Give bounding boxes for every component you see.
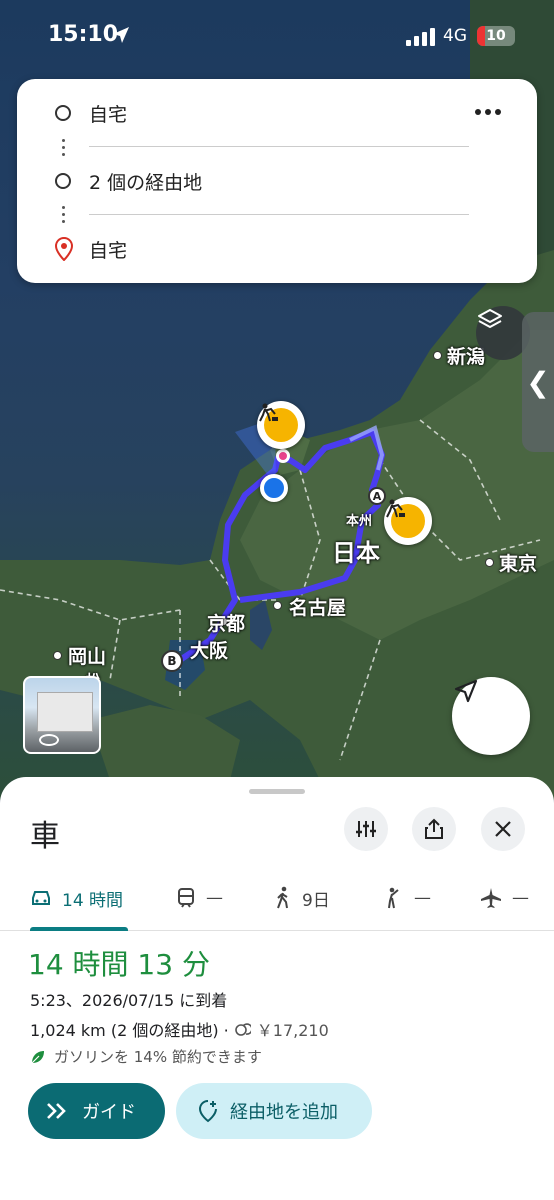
waypoint-origin[interactable]: 自宅 (17, 93, 537, 147)
double-chevron-right-icon (47, 1103, 66, 1119)
city-dot (273, 601, 282, 610)
more-horizontal-icon (475, 109, 501, 115)
marker-b[interactable]: B (161, 650, 183, 672)
chevron-left-icon: ❮ (526, 365, 550, 399)
status-time: 15:10 (48, 22, 119, 47)
sheet-grabber[interactable] (249, 789, 305, 794)
destination-pin-icon (55, 237, 73, 261)
marker-b-label: B (167, 654, 177, 668)
roadwork-icon (259, 403, 278, 422)
tab-walk[interactable]: 9日 (274, 865, 330, 931)
tab-transit[interactable]: — (176, 865, 223, 931)
start-guide-button[interactable]: ガイド (28, 1083, 165, 1139)
route-distance: 1,024 km (2 個の経由地) · (30, 1021, 229, 1040)
route-duration: 14 時間 13 分 (28, 948, 210, 981)
label-japan: 日本 (332, 539, 380, 567)
city-dot (485, 558, 494, 567)
tab-car[interactable]: 14 時間 (30, 865, 128, 931)
battery-level: 10 (486, 28, 506, 44)
navigation-arrow-icon (454, 679, 478, 703)
label-honshu: 本州 (346, 514, 373, 529)
flight-icon (481, 888, 501, 908)
location-arrow-icon (113, 27, 129, 43)
label-kyoto: 京都 (207, 613, 246, 635)
current-location-dot (260, 474, 288, 502)
tab-transit-label: — (206, 888, 223, 908)
battery-icon: 10 (477, 26, 515, 46)
sheet-title: 車 (30, 819, 60, 854)
roadwork-pin[interactable] (257, 401, 305, 449)
divider (89, 146, 469, 147)
tab-flight[interactable]: — (480, 865, 529, 931)
divider (89, 214, 469, 215)
tab-flight-label: — (512, 888, 529, 908)
tab-car-label: 14 時間 (62, 890, 124, 911)
train-icon (178, 888, 194, 908)
waypoint-destination[interactable]: 自宅 (17, 229, 537, 269)
add-stop-label: 経由地を追加 (230, 1102, 338, 1123)
city-dot (53, 651, 62, 660)
travel-mode-tabs: 14 時間 — 9日 — — (0, 865, 554, 931)
network-type: 4G (443, 26, 467, 46)
recenter-button[interactable] (452, 677, 530, 755)
route-sheet: 車 14 時間 — 9日 — — 14 時間 13 分 5:23、2026/07… (0, 777, 554, 1200)
start-guide-label: ガイド (82, 1102, 136, 1123)
roadwork-pin[interactable] (384, 497, 432, 545)
label-osaka: 大阪 (190, 640, 229, 662)
route-dots (62, 206, 65, 227)
car-icon (32, 891, 50, 905)
signal-icon (406, 28, 435, 46)
label-nagoya: 名古屋 (289, 597, 347, 619)
walk-icon (277, 886, 288, 909)
side-panel-tab[interactable]: ❮ (522, 312, 554, 452)
waypoint-stops[interactable]: 2 個の経由地 (17, 161, 537, 215)
layers-icon (478, 309, 502, 328)
tune-icon (356, 821, 376, 837)
street-view-thumbnail[interactable] (23, 676, 101, 754)
label-tokyo: 東京 (499, 553, 538, 575)
stops-label: 2 個の経由地 (89, 171, 203, 194)
toll-icon (234, 1023, 251, 1036)
waypoint-pin[interactable] (276, 449, 290, 463)
leaf-icon (31, 1050, 44, 1063)
marker-a-label: A (372, 489, 382, 503)
origin-label: 自宅 (89, 103, 128, 126)
arrival-time: 5:23、2026/07/15 に到着 (30, 991, 228, 1010)
add-stop-button[interactable]: 経由地を追加 (176, 1083, 372, 1139)
eco-note-text: ガソリンを 14% 節約できます (54, 1048, 262, 1066)
eco-note: ガソリンを 14% 節約できます (30, 1046, 262, 1067)
share-icon (425, 818, 443, 839)
stop-circle-icon (55, 173, 71, 189)
destination-label: 自宅 (89, 239, 128, 262)
route-dots (62, 139, 65, 160)
share-button[interactable] (412, 807, 456, 851)
toll-fare: ￥17,210 (256, 1021, 329, 1040)
ride-icon (388, 887, 399, 909)
tab-walk-label: 9日 (302, 890, 330, 911)
route-options-button[interactable] (344, 807, 388, 851)
more-options-button[interactable] (470, 94, 506, 130)
tab-ride[interactable]: — (384, 865, 431, 931)
status-bar: 15:10 4G 10 (0, 0, 554, 72)
building-image (37, 692, 93, 732)
distance-row: 1,024 km (2 個の経由地) · ￥17,210 (30, 1017, 329, 1041)
roadwork-icon (386, 499, 405, 518)
rotate-360-icon (39, 734, 59, 746)
close-button[interactable] (481, 807, 525, 851)
close-icon (495, 821, 511, 837)
city-dot (433, 351, 442, 360)
add-location-icon (198, 1100, 217, 1123)
label-okayama: 岡山 (68, 646, 107, 668)
directions-card: 自宅 2 個の経由地 自宅 (17, 79, 537, 283)
origin-circle-icon (55, 105, 71, 121)
tab-ride-label: — (414, 888, 431, 908)
